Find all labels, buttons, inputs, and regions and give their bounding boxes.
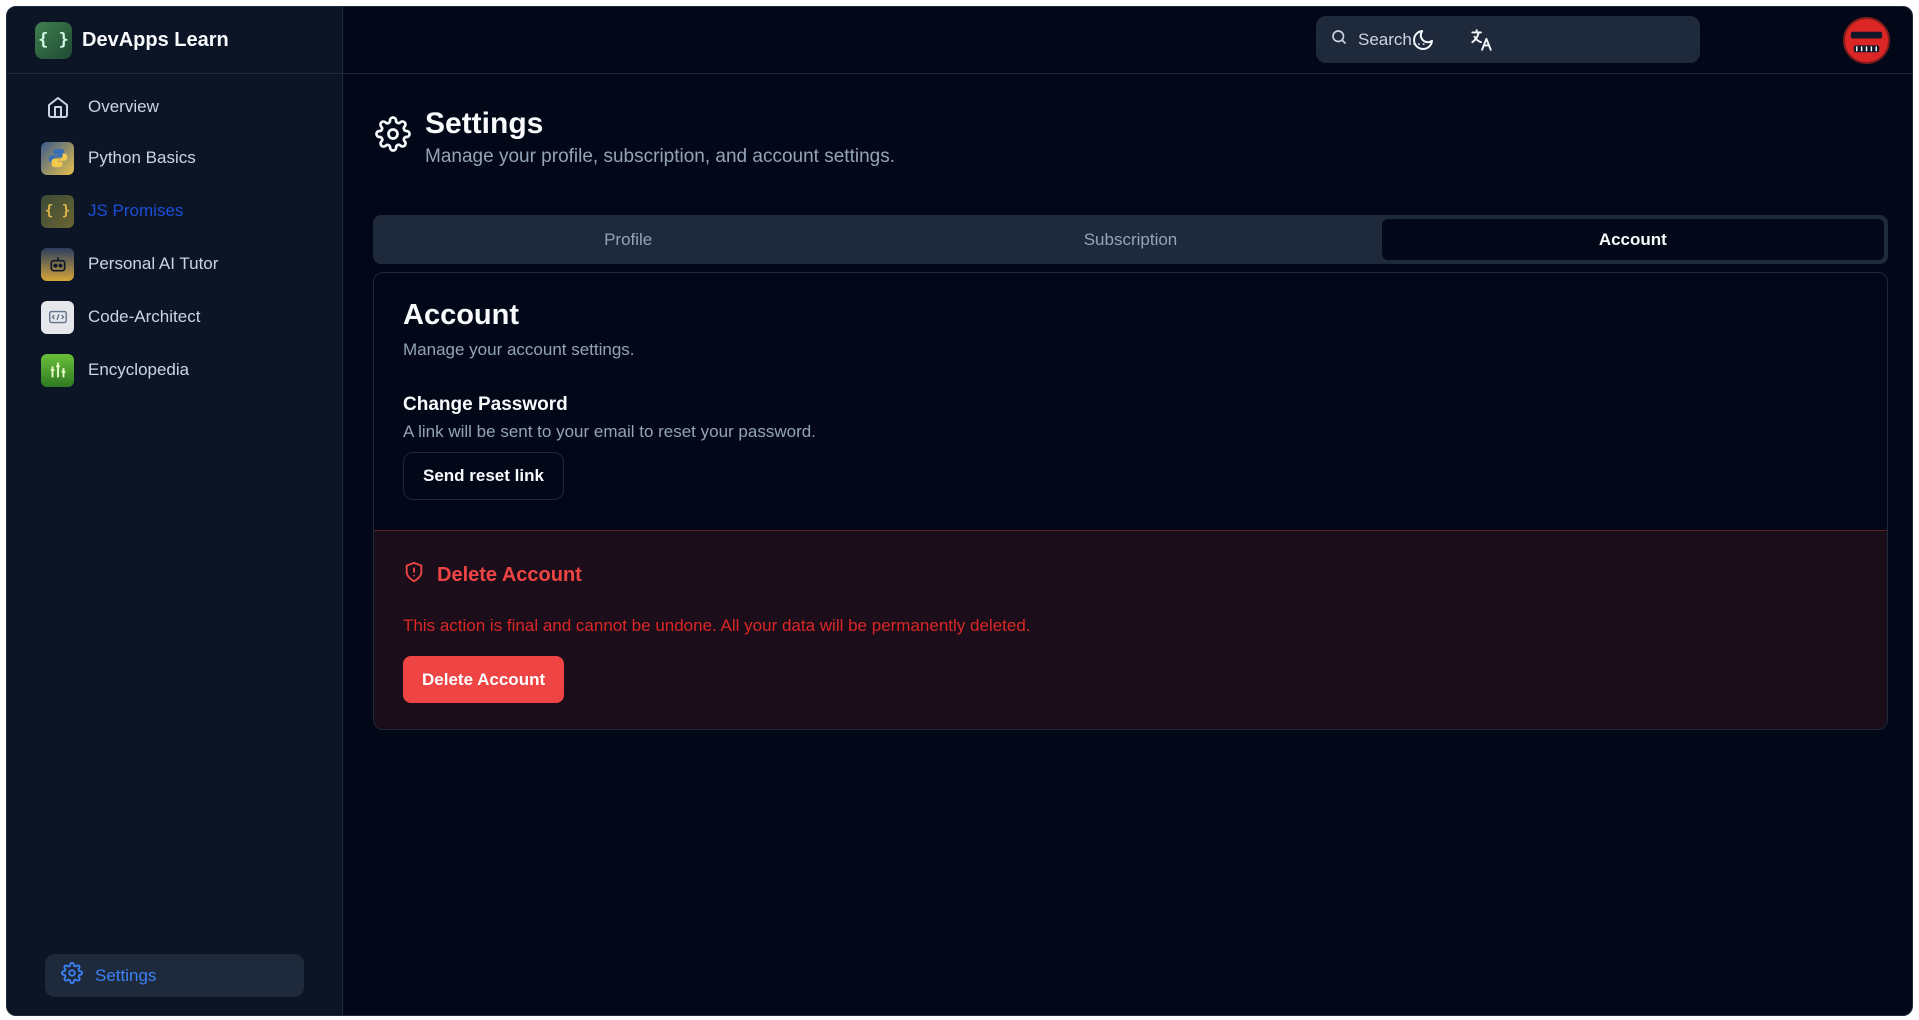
translate-icon[interactable]	[1464, 23, 1498, 57]
brand-name: DevApps Learn	[82, 28, 229, 51]
home-icon	[41, 91, 74, 124]
brand[interactable]: { } DevApps Learn	[7, 7, 342, 74]
sidebar-item-personal-ai-tutor[interactable]: Personal AI Tutor	[35, 240, 314, 288]
delete-account-button[interactable]: Delete Account	[403, 656, 565, 703]
app-window: { } DevApps Learn Overview Python Basics…	[6, 6, 1913, 1016]
tab-profile[interactable]: Profile	[377, 219, 879, 260]
page-heading-text: Settings Manage your profile, subscripti…	[425, 106, 895, 168]
sidebar-item-encyclopedia[interactable]: Encyclopedia	[35, 346, 314, 394]
topbar	[343, 7, 1912, 74]
page-header: Settings Manage your profile, subscripti…	[375, 106, 895, 168]
page-title: Settings	[425, 107, 544, 140]
sidebar-settings-button[interactable]: Settings	[45, 954, 304, 997]
sidebar-item-label: Personal AI Tutor	[88, 254, 219, 273]
gear-icon	[375, 116, 411, 168]
account-card: Account Manage your account settings. Ch…	[373, 272, 1888, 730]
send-reset-link-button[interactable]: Send reset link	[403, 452, 564, 500]
delete-account-title: Delete Account	[437, 563, 582, 586]
delete-account-heading: Delete Account	[403, 561, 1858, 589]
search-box[interactable]	[1316, 16, 1700, 63]
settings-label: Settings	[95, 965, 157, 985]
python-app-icon	[41, 141, 74, 175]
sidebar-item-python-basics[interactable]: Python Basics	[35, 134, 314, 182]
architect-app-icon	[41, 300, 74, 334]
sidebar-item-code-architect[interactable]: Code-Architect	[35, 293, 314, 341]
js-app-icon: { }	[41, 194, 74, 228]
robot-app-icon	[41, 247, 74, 281]
shield-alert-icon	[403, 561, 425, 589]
sidebar-item-label: Code-Architect	[88, 307, 201, 326]
main-content: Settings Manage your profile, subscripti…	[343, 74, 1912, 1015]
card-subtitle: Manage your account settings.	[403, 340, 635, 359]
tab-account[interactable]: Account	[1381, 219, 1884, 260]
brand-logo: { }	[35, 21, 72, 59]
gear-icon	[61, 962, 83, 989]
tab-subscription[interactable]: Subscription	[879, 219, 1381, 260]
change-password-title: Change Password	[403, 394, 568, 415]
delete-account-warning: This action is final and cannot be undon…	[403, 616, 1031, 635]
moon-icon[interactable]	[1406, 23, 1440, 57]
sidebar-item-label: Overview	[88, 97, 159, 116]
sidebar-item-js-promises[interactable]: { } JS Promises	[35, 187, 314, 235]
page-subtitle: Manage your profile, subscription, and a…	[425, 146, 895, 167]
danger-zone: Delete Account This action is final and …	[374, 530, 1887, 729]
change-password-description: A link will be sent to your email to res…	[403, 422, 816, 441]
settings-tabs: Profile Subscription Account	[373, 215, 1888, 264]
sidebar-item-label: Encyclopedia	[88, 360, 190, 379]
sidebar-item-label: JS Promises	[88, 201, 184, 220]
card-title: Account	[403, 299, 519, 331]
search-icon	[1330, 28, 1348, 51]
sidebar-item-label: Python Basics	[88, 148, 196, 167]
sidebar: { } DevApps Learn Overview Python Basics…	[7, 7, 343, 1015]
avatar[interactable]	[1843, 17, 1890, 64]
sidebar-nav: Overview Python Basics { } JS Promises P…	[7, 74, 342, 394]
sidebar-item-overview[interactable]: Overview	[35, 86, 314, 128]
encyclopedia-app-icon	[41, 353, 74, 387]
